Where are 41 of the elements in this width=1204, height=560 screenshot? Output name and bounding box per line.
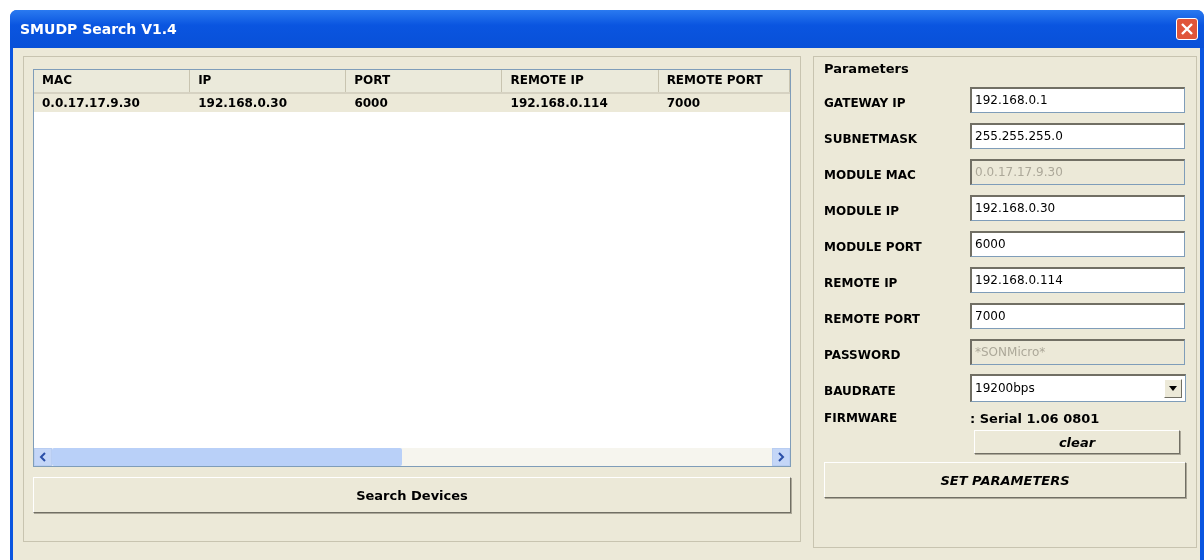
horizontal-scrollbar[interactable]: [34, 448, 790, 466]
table-cell-text: 7000: [665, 95, 702, 112]
field-label: SUBNETMASK: [824, 131, 919, 146]
window-title: SMUDP Search V1.4: [20, 21, 177, 37]
input-field[interactable]: 192.168.0.1: [970, 86, 1185, 113]
scroll-thumb[interactable]: [52, 448, 402, 466]
field-label: MODULE IP: [824, 203, 901, 218]
field-label: BAUDRATE: [824, 383, 897, 398]
column-header[interactable]: REMOTE IP: [502, 70, 659, 92]
close-button[interactable]: [1176, 18, 1198, 40]
input-field[interactable]: 192.168.0.114: [970, 266, 1185, 293]
group-title: Parameters: [824, 61, 910, 76]
field-label: REMOTE PORT: [824, 311, 922, 326]
table-cell-text: 192.168.0.30: [197, 95, 288, 112]
field-label: GATEWAY IP: [824, 95, 907, 110]
field-label: MODULE PORT: [824, 239, 923, 254]
input-field[interactable]: 192.168.0.30: [970, 194, 1185, 221]
table-row[interactable]: 0.0.17.17.9.30 192.168.0.30 6000 192.168.0.114 7000: [34, 94, 790, 112]
close-icon: [1180, 22, 1194, 36]
field-label: PASSWORD: [824, 347, 902, 362]
table-cell-text: 192.168.0.114: [509, 95, 609, 112]
input-field[interactable]: 6000: [970, 230, 1185, 257]
table-cell-text: 6000: [353, 95, 389, 112]
column-header[interactable]: PORT: [346, 70, 503, 92]
scroll-left-button[interactable]: [34, 448, 52, 466]
field-label: MODULE MAC: [824, 167, 917, 182]
search-devices-button[interactable]: Search Devices: [33, 477, 791, 513]
clear-button[interactable]: clear: [974, 430, 1180, 454]
column-header[interactable]: REMOTE PORT: [658, 70, 790, 92]
field-label: FIRMWARE: [824, 411, 899, 425]
table-cell-text: 0.0.17.17.9.30: [41, 95, 141, 112]
firmware-version: : Serial 1.06 0801: [970, 410, 1100, 426]
column-header[interactable]: IP: [190, 70, 347, 92]
scroll-right-button[interactable]: [772, 448, 790, 466]
input-field[interactable]: 7000: [970, 302, 1185, 329]
dropdown[interactable]: 19200bps: [970, 373, 1186, 402]
dropdown-arrow-icon: [1169, 385, 1177, 391]
column-header[interactable]: MAC: [34, 70, 191, 92]
input-field[interactable]: 255.255.255.0: [970, 122, 1185, 149]
set-parameters-button[interactable]: SET PARAMETERS: [824, 462, 1186, 498]
field-label: REMOTE IP: [824, 275, 899, 290]
